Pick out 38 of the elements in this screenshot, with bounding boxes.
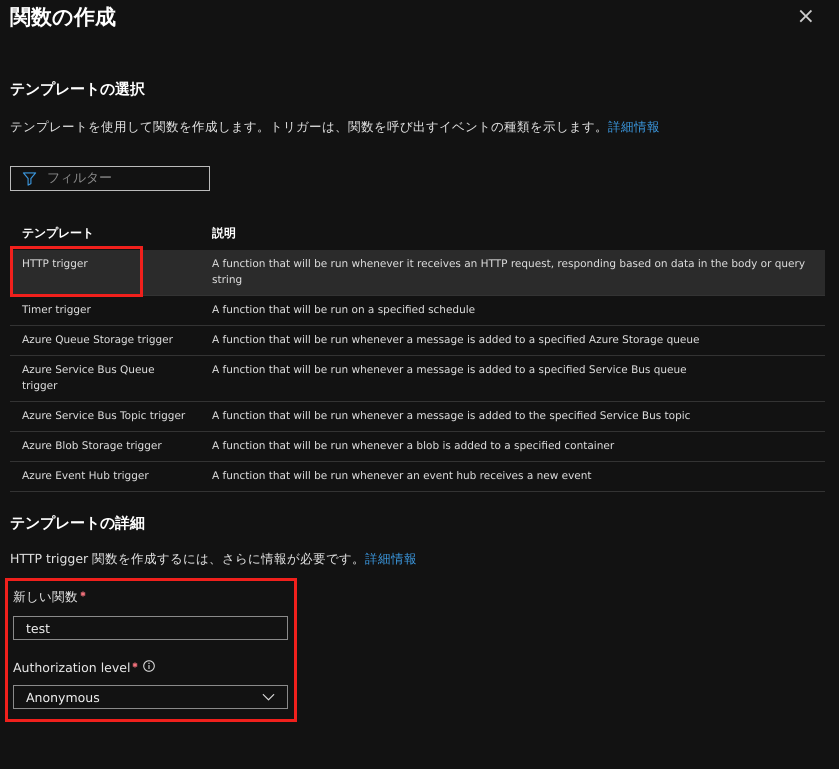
field-label: Authorization level <box>13 660 130 675</box>
table-cell: Azure Queue Storage trigger <box>22 334 173 346</box>
learn-more-link[interactable]: 詳細情報 <box>365 551 418 566</box>
table-cell: Azure Event Hub trigger <box>22 470 149 482</box>
template-row[interactable]: Timer trigger A function that will be run on a specified schedule <box>10 296 825 326</box>
panel-title: 関数の作成 <box>10 4 116 31</box>
learn-more-link[interactable]: 詳細情報 <box>608 119 660 134</box>
info-icon[interactable] <box>143 660 156 672</box>
table-cell: A function that will be run whenever a blob is added to a specified container <box>212 440 614 452</box>
table-cell: A function that will be run whenever an event hub receives a new event <box>212 470 592 482</box>
table-cell: A function that will be run whenever a message is added to a specified Service Bus queue <box>212 364 687 376</box>
column-header: 説明 <box>200 221 825 250</box>
section-heading: テンプレートの詳細 <box>10 514 146 533</box>
filter-icon <box>22 171 37 186</box>
table-cell: Azure Service Bus Topic trigger <box>22 410 186 422</box>
template-row[interactable]: Azure Event Hub trigger A function that will be run whenever an event hub receives a new event <box>10 462 825 492</box>
table-cell: A function that will be run whenever a message is added to the specified Service Bus topic <box>212 410 690 422</box>
text-field[interactable]: test <box>13 616 288 640</box>
template-row[interactable]: Azure Queue Storage trigger A function that will be run whenever a message is added to a specified Azure Storage queue <box>10 326 825 356</box>
template-row[interactable]: Azure Service Bus Queue trigger A function that will be run whenever a message is added to a specified Service Bus queue <box>10 356 825 402</box>
section-description: テンプレートを使用して関数を作成します。トリガーは、関数を呼び出すイベントの種類を示します。詳細情報 <box>10 119 661 136</box>
table-cell: HTTP trigger <box>22 258 88 270</box>
table-cell: Timer trigger <box>22 304 91 316</box>
chevron-down-icon <box>262 693 275 701</box>
field-label: 新しい関数 <box>13 589 78 606</box>
dropdown[interactable]: Anonymous <box>13 685 288 709</box>
close-button[interactable]: × <box>792 6 819 28</box>
section-heading: テンプレートの選択 <box>10 80 146 99</box>
table-cell: A function that will be run on a specified schedule <box>212 304 476 316</box>
column-header: テンプレート <box>10 221 200 250</box>
table-cell: A function that will be run whenever it receives an HTTP request, responding based on data in the body or query string <box>212 258 806 286</box>
template-row[interactable]: Azure Blob Storage trigger A function that will be run whenever a blob is added to a specified container <box>10 432 825 462</box>
template-row[interactable]: Azure Service Bus Topic trigger A function that will be run whenever a message is added to the specified Service Bus topic <box>10 402 825 432</box>
table-cell: A function that will be run whenever a message is added to a specified Azure Storage queue <box>212 334 700 346</box>
section-description: HTTP trigger 関数を作成するには、さらに情報が必要です。詳細情報 <box>10 551 418 568</box>
table-cell: Azure Service Bus Queue trigger <box>22 364 155 392</box>
table-cell: Azure Blob Storage trigger <box>22 440 162 452</box>
filter-field[interactable]: フィルター <box>10 166 210 191</box>
